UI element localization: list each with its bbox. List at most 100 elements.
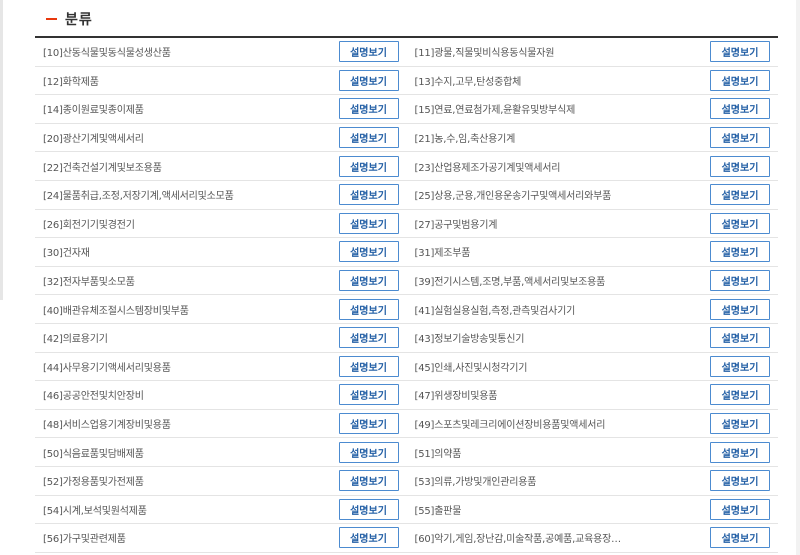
category-cell-right: [45]인쇄,사진및시청각기기 설명보기 [405, 353, 779, 381]
category-name: [47]위생장비및용품 [414, 391, 498, 403]
category-cell-left: [26]회전기기및경전기 설명보기 [35, 210, 405, 238]
category-name: [15]연료,연료첨가제,윤활유및방부식제 [414, 105, 576, 117]
table-row: [48]서비스업용기계장비및용품 설명보기 [49]스포츠및레크리에이션장비용품및액… [35, 410, 778, 439]
view-description-button[interactable]: 설명보기 [710, 327, 770, 349]
view-description-button[interactable]: 설명보기 [338, 212, 399, 234]
table-row: [52]가정용품및가전제품 설명보기 [53]의류,가방및개인관리용품 설명보기 [35, 467, 778, 496]
category-cell-left: [22]건축건설기계및보조용품 설명보기 [35, 152, 405, 180]
category-cell-right: [15]연료,연료첨가제,윤활유및방부식제 설명보기 [405, 95, 779, 123]
category-cell-left: [46]공공안전및치안장비 설명보기 [35, 381, 405, 409]
view-description-button[interactable]: 설명보기 [338, 327, 399, 349]
category-cell-left: [54]시계,보석및원석제품 설명보기 [35, 496, 405, 524]
view-description-button[interactable]: 설명보기 [338, 127, 399, 149]
category-cell-right: [39]전기시스템,조명,부품,액세서리및보조용품 설명보기 [405, 267, 779, 295]
category-name: [25]상용,군용,개인용운송기구및액세서리와부품 [414, 191, 612, 203]
category-cell-left: [42]의료용기기 설명보기 [35, 324, 405, 352]
view-description-button[interactable]: 설명보기 [338, 155, 399, 177]
view-description-button[interactable]: 설명보기 [338, 527, 399, 549]
view-description-button[interactable]: 설명보기 [338, 441, 399, 463]
view-description-button[interactable]: 설명보기 [710, 41, 770, 63]
category-name: [55]출판물 [414, 505, 462, 517]
category-cell-right: [21]농,수,임,축산용기계 설명보기 [405, 124, 779, 152]
category-cell-right: [11]광물,직물및비식용동식물자원 설명보기 [405, 38, 779, 66]
category-cell-right: [60]악기,게임,장난감,미술작품,공예품,교육용장… 설명보기 [405, 524, 779, 552]
category-name: [45]인쇄,사진및시청각기기 [414, 362, 528, 374]
view-description-button[interactable]: 설명보기 [338, 384, 399, 406]
category-cell-left: [20]광산기계및액세서리 설명보기 [35, 124, 405, 152]
table-row: [12]화학제품 설명보기 [13]수지,고무,탄성중합체 설명보기 [35, 67, 778, 96]
view-description-button[interactable]: 설명보기 [338, 41, 399, 63]
view-description-button[interactable]: 설명보기 [710, 184, 770, 206]
category-name: [32]전자부품및소모품 [43, 277, 135, 289]
view-description-button[interactable]: 설명보기 [710, 69, 770, 91]
view-description-button[interactable]: 설명보기 [710, 413, 770, 435]
category-cell-left: [44]사무용기기액세서리및용품 설명보기 [35, 353, 405, 381]
category-cell-left: [10]산동식물및동식물성생산품 설명보기 [35, 38, 405, 66]
category-name: [11]광물,직물및비식용동식물자원 [414, 48, 555, 60]
view-description-button[interactable]: 설명보기 [338, 470, 399, 492]
category-name: [41]실험실용실험,측정,관측및검사기기 [414, 305, 576, 317]
table-row: [32]전자부품및소모품 설명보기 [39]전기시스템,조명,부품,액세서리및보조용… [35, 267, 778, 296]
category-cell-left: [56]가구및관련제품 설명보기 [35, 524, 405, 552]
category-name: [52]가정용품및가전제품 [43, 477, 144, 489]
view-description-button[interactable]: 설명보기 [338, 241, 399, 263]
category-cell-right: [55]출판물 설명보기 [405, 496, 779, 524]
view-description-button[interactable]: 설명보기 [338, 498, 399, 520]
category-name: [13]수지,고무,탄성중합체 [414, 76, 522, 88]
view-description-button[interactable]: 설명보기 [710, 98, 770, 120]
table-row: [54]시계,보석및원석제품 설명보기 [55]출판물 설명보기 [35, 496, 778, 525]
category-cell-right: [27]공구및범용기계 설명보기 [405, 210, 779, 238]
table-row: [26]회전기기및경전기 설명보기 [27]공구및범용기계 설명보기 [35, 210, 778, 239]
category-name: [14]종이원료및종이제품 [43, 105, 144, 117]
category-name: [21]농,수,임,축산용기계 [414, 134, 516, 146]
category-name: [20]광산기계및액세서리 [43, 134, 144, 146]
view-description-button[interactable]: 설명보기 [710, 470, 770, 492]
category-cell-left: [14]종이원료및종이제품 설명보기 [35, 95, 405, 123]
view-description-button[interactable]: 설명보기 [710, 498, 770, 520]
view-description-button[interactable]: 설명보기 [710, 355, 770, 377]
category-name: [60]악기,게임,장난감,미술작품,공예품,교육용장… [414, 534, 621, 546]
table-row: [44]사무용기기액세서리및용품 설명보기 [45]인쇄,사진및시청각기기 설명보기 [35, 353, 778, 382]
view-description-button[interactable]: 설명보기 [710, 127, 770, 149]
category-cell-left: [30]건자재 설명보기 [35, 238, 405, 266]
view-description-button[interactable]: 설명보기 [710, 155, 770, 177]
view-description-button[interactable]: 설명보기 [338, 184, 399, 206]
view-description-button[interactable]: 설명보기 [710, 384, 770, 406]
category-name: [54]시계,보석및원석제품 [43, 505, 147, 517]
category-cell-left: [32]전자부품및소모품 설명보기 [35, 267, 405, 295]
category-name: [48]서비스업용기계장비및용품 [43, 420, 171, 432]
view-description-button[interactable]: 설명보기 [710, 270, 770, 292]
view-description-button[interactable]: 설명보기 [338, 98, 399, 120]
view-description-button[interactable]: 설명보기 [710, 441, 770, 463]
category-cell-left: [50]식음료품및담배제품 설명보기 [35, 438, 405, 466]
category-cell-left: [48]서비스업용기계장비및용품 설명보기 [35, 410, 405, 438]
category-cell-left: [52]가정용품및가전제품 설명보기 [35, 467, 405, 495]
scrollbar-track[interactable] [796, 0, 800, 555]
category-name: [10]산동식물및동식물성생산품 [43, 48, 171, 60]
table-row: [24]물품취급,조정,저장기계,액세서리및소모품 설명보기 [25]상용,군용,개… [35, 181, 778, 210]
view-description-button[interactable]: 설명보기 [338, 355, 399, 377]
category-cell-right: [53]의류,가방및개인관리용품 설명보기 [405, 467, 779, 495]
table-row: [40]배관유체조절시스템장비및부품 설명보기 [41]실험실용실험,측정,관측및검… [35, 295, 778, 324]
category-cell-right: [41]실험실용실험,측정,관측및검사기기 설명보기 [405, 295, 779, 323]
category-name: [27]공구및범용기계 [414, 219, 498, 231]
category-name: [51]의약품 [414, 448, 462, 460]
table-row: [50]식음료품및담배제품 설명보기 [51]의약품 설명보기 [35, 438, 778, 467]
view-description-button[interactable]: 설명보기 [710, 241, 770, 263]
view-description-button[interactable]: 설명보기 [338, 270, 399, 292]
table-row: [14]종이원료및종이제품 설명보기 [15]연료,연료첨가제,윤활유및방부식제 설명… [35, 95, 778, 124]
category-name: [43]정보기술방송및통신기 [414, 334, 525, 346]
view-description-button[interactable]: 설명보기 [710, 212, 770, 234]
view-description-button[interactable]: 설명보기 [338, 69, 399, 91]
view-description-button[interactable]: 설명보기 [710, 527, 770, 549]
category-cell-right: [23]산업용제조가공기계및액세서리 설명보기 [405, 152, 779, 180]
category-cell-left: [12]화학제품 설명보기 [35, 67, 405, 95]
category-cell-right: [43]정보기술방송및통신기 설명보기 [405, 324, 779, 352]
category-name: [44]사무용기기액세서리및용품 [43, 362, 171, 374]
category-cell-right: [47]위생장비및용품 설명보기 [405, 381, 779, 409]
category-name: [49]스포츠및레크리에이션장비용품및액세서리 [414, 420, 606, 432]
view-description-button[interactable]: 설명보기 [710, 298, 770, 320]
view-description-button[interactable]: 설명보기 [338, 413, 399, 435]
view-description-button[interactable]: 설명보기 [338, 298, 399, 320]
category-name: [56]가구및관련제품 [43, 534, 126, 546]
